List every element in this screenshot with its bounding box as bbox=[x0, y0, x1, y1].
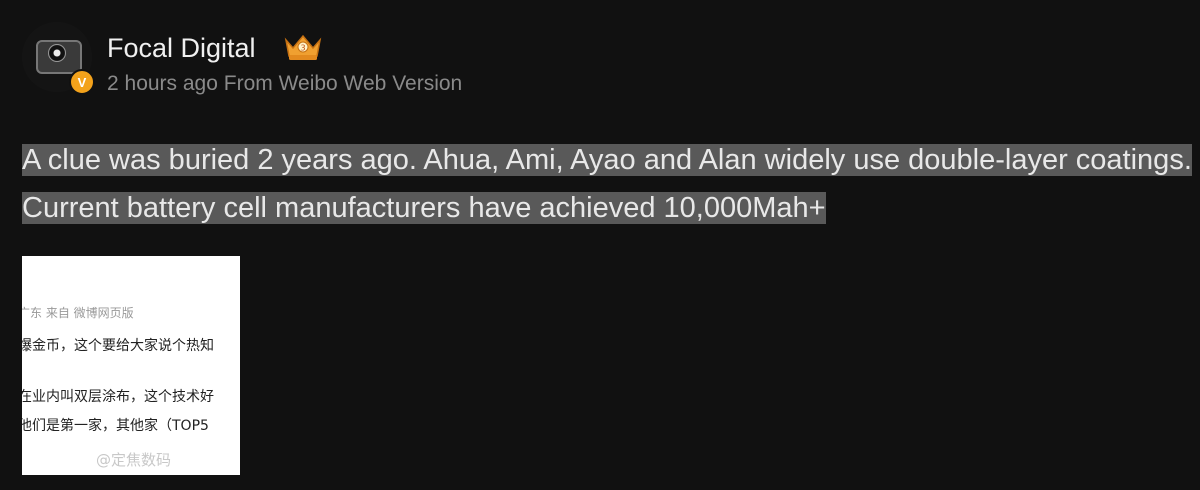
lens-icon bbox=[48, 44, 66, 62]
image-watermark: @定焦数码 bbox=[96, 451, 172, 469]
post-meta: 2 hours ago From Weibo Web Version bbox=[107, 72, 463, 95]
svg-text:3: 3 bbox=[300, 44, 305, 53]
image-caption-line: 广东 来自 微博网页版 bbox=[22, 306, 134, 320]
author-name[interactable]: Focal Digital bbox=[107, 33, 256, 64]
image-caption-line: 爆金币，这个要给大家说个热知 bbox=[22, 338, 214, 354]
crown-icon: 3 bbox=[284, 34, 322, 60]
post-image[interactable]: 广东 来自 微博网页版 爆金币，这个要给大家说个热知 在业内叫双层涂布，这个技术… bbox=[22, 256, 240, 475]
post-text: A clue was buried 2 years ago. Ahua, Ami… bbox=[22, 136, 1200, 232]
image-caption-line: 在业内叫双层涂布，这个技术好 bbox=[22, 389, 214, 405]
image-caption-line: 他们是第一家，其他家（TOP5 bbox=[22, 418, 209, 434]
post-text-highlight: A clue was buried 2 years ago. Ahua, Ami… bbox=[22, 144, 1192, 224]
verified-badge-icon: V bbox=[69, 69, 95, 95]
